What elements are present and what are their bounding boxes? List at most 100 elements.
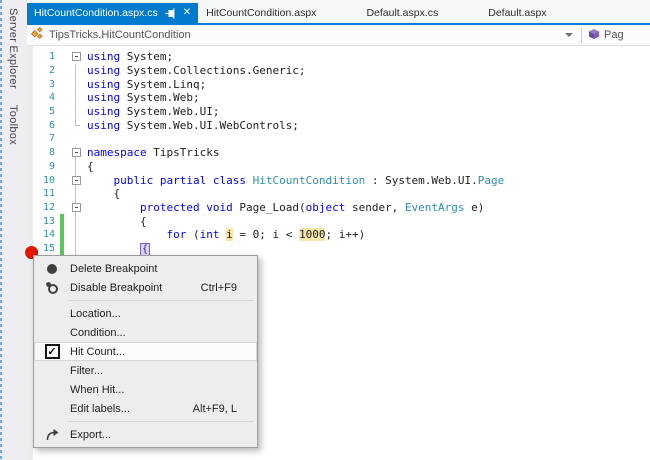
code-segment: using <box>87 50 121 64</box>
code-segment: int <box>199 228 220 242</box>
export-icon <box>34 428 70 441</box>
checkbox-checked-icon: ✓ <box>34 344 70 359</box>
outline-line <box>75 214 76 228</box>
tab-hitcountcondition-aspx-cs[interactable]: HitCountCondition.aspx.cs ✕ <box>27 3 199 23</box>
menu-item-delete-breakpoint[interactable]: Delete Breakpoint <box>34 259 257 278</box>
menu-item-label: Export... <box>70 428 111 441</box>
code-text: for (int i = 0; i < 1000; i++) <box>84 228 366 242</box>
chevron-down-icon[interactable] <box>565 33 573 37</box>
line-number: 1 <box>48 51 55 63</box>
change-tracking-bar <box>60 105 64 119</box>
collapse-minus-icon[interactable] <box>71 148 81 158</box>
code-line-14: 14 for (int i = 0; i < 1000; i++) <box>27 227 650 242</box>
close-icon[interactable]: ✕ <box>183 8 191 18</box>
outline-line <box>75 159 76 174</box>
code-text: namespace TipsTricks <box>84 146 219 159</box>
menu-item-when-hit[interactable]: When Hit... <box>34 380 257 399</box>
change-tracking-bar <box>60 241 64 256</box>
menu-separator <box>68 421 254 422</box>
sidebar-tab-toolbox[interactable]: Toolbox <box>7 105 19 145</box>
outlining-margin <box>68 214 84 228</box>
line-number: 9 <box>48 160 55 172</box>
menu-item-condition[interactable]: Condition... <box>34 323 257 342</box>
code-segment: using <box>87 77 121 91</box>
outline-line <box>75 186 76 201</box>
outline-line <box>75 77 76 92</box>
change-tracking-bar <box>60 91 64 105</box>
menu-item-label: Hit Count... <box>70 345 126 358</box>
outlining-margin <box>68 186 84 201</box>
outlining-margin <box>68 159 84 174</box>
menu-item-label: When Hit... <box>70 383 125 396</box>
code-text: using System.Web; <box>84 91 200 104</box>
method-icon <box>588 28 600 43</box>
breakpoint-context-menu: Delete Breakpoint Disable Breakpoint Ctrl+… <box>33 255 258 448</box>
menu-item-shortcut: Alt+F9, L <box>192 402 237 415</box>
code-line-12: 12 protected void Page_Load(object sende… <box>27 200 650 215</box>
code-segment: { <box>87 159 94 173</box>
outlining-margin <box>68 132 84 146</box>
line-number: 14 <box>42 229 55 241</box>
type-dropdown-value: TipsTricks.HitCountCondition <box>49 29 191 41</box>
line-number: 7 <box>48 133 55 145</box>
menu-item-location[interactable]: Location... <box>34 304 257 323</box>
code-segment: ; i++) <box>325 228 366 242</box>
code-line-5: 5 using System.Web.UI; <box>27 104 650 119</box>
code-segment: = 0; i < <box>232 228 299 242</box>
change-tracking-bar <box>60 160 64 174</box>
outlining-margin <box>68 118 84 132</box>
menu-item-export[interactable]: Export... <box>34 425 257 444</box>
code-segment: System.Collections.Generic; <box>120 64 306 78</box>
tab-label: HitCountCondition.aspx <box>206 7 317 19</box>
outlining-margin <box>68 173 84 187</box>
highlighted-reference: i <box>226 228 233 242</box>
code-line-11: 11 { <box>27 186 650 201</box>
tab-default-aspx-cs[interactable]: Default.aspx.cs <box>358 3 446 23</box>
code-segment: using <box>87 105 121 119</box>
code-segment: ( <box>186 228 200 242</box>
code-text: using System.Web.UI.WebControls; <box>84 119 299 132</box>
menu-item-filter[interactable]: Filter... <box>34 361 257 380</box>
code-line-7: 7 <box>27 132 650 146</box>
change-tracking-bar <box>60 146 64 160</box>
change-tracking-bar <box>60 77 64 91</box>
code-segment: System.Linq; <box>120 77 207 91</box>
pin-icon[interactable] <box>165 8 176 19</box>
member-dropdown[interactable]: Pag <box>582 25 650 45</box>
code-segment: public <box>113 173 154 187</box>
outlining-margin <box>68 227 84 242</box>
line-number: 8 <box>48 147 55 159</box>
outlining-margin <box>68 91 84 105</box>
code-segment: using <box>87 91 121 105</box>
collapse-minus-icon[interactable] <box>71 202 81 212</box>
code-text: protected void Page_Load(object sender, … <box>84 201 484 214</box>
code-segment: sender, <box>345 200 405 214</box>
tab-default-aspx[interactable]: Default.aspx <box>480 3 554 23</box>
menu-item-edit-labels[interactable]: Edit labels... Alt+F9, L <box>34 399 257 418</box>
code-text: using System.Web.UI; <box>84 105 219 118</box>
type-dropdown[interactable]: TipsTricks.HitCountCondition <box>27 25 581 45</box>
code-line-9: 9{ <box>27 159 650 174</box>
outline-line <box>75 63 76 78</box>
code-text: using System.Collections.Generic; <box>84 64 306 77</box>
tab-hitcountcondition-aspx[interactable]: HitCountCondition.aspx <box>198 3 324 23</box>
line-number: 10 <box>42 174 55 186</box>
code-segment: EventArgs <box>404 200 465 214</box>
change-tracking-bar <box>60 64 64 78</box>
code-segment: System.Web.UI.WebControls; <box>120 118 299 132</box>
code-text: { <box>84 215 147 228</box>
menu-item-disable-breakpoint[interactable]: Disable Breakpoint Ctrl+F9 <box>34 278 257 297</box>
sidebar-tab-server-explorer[interactable]: Server Explorer <box>7 8 19 89</box>
change-tracking-bar <box>60 173 64 187</box>
menu-item-label: Filter... <box>70 364 104 377</box>
code-line-1: 1 using System; <box>27 50 650 64</box>
collapse-minus-icon[interactable] <box>71 52 81 62</box>
collapse-minus-icon[interactable] <box>71 175 81 185</box>
menu-item-label: Location... <box>70 307 121 320</box>
menu-item-hit-count[interactable]: ✓ Hit Count... <box>34 342 257 361</box>
code-segment: TipsTricks <box>146 146 220 160</box>
